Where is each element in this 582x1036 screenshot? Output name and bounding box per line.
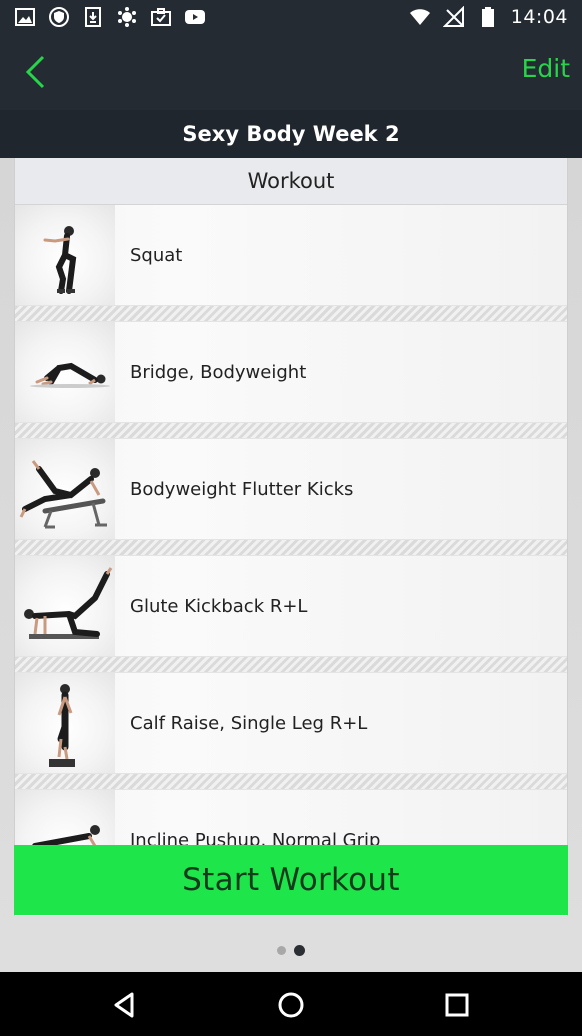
page-indicator <box>0 945 582 956</box>
workout-card[interactable]: Workout Squat Bridge, Bodyweight Bodywei… <box>14 158 568 916</box>
android-icon <box>118 7 136 27</box>
briefcase-icon <box>151 8 171 26</box>
exercise-thumbnail <box>15 439 115 539</box>
page-title: Sexy Body Week 2 <box>182 122 400 146</box>
clock: 14:04 <box>510 6 568 28</box>
notification-icons <box>14 6 206 28</box>
exercise-name: Calf Raise, Single Leg R+L <box>130 712 368 734</box>
exercise-name: Squat <box>130 244 183 266</box>
flutter-kicks-figure-icon <box>19 460 107 529</box>
shield-icon <box>49 7 69 27</box>
navigation-bar <box>0 972 582 1036</box>
row-separator <box>15 305 567 322</box>
exercise-row[interactable]: Squat <box>15 205 567 305</box>
home-circle-icon <box>278 992 304 1018</box>
exercise-thumbnail <box>15 673 115 773</box>
battery-icon <box>481 7 494 27</box>
edit-button[interactable]: Edit <box>522 54 570 83</box>
section-header: Workout <box>15 158 567 205</box>
row-separator <box>15 656 567 673</box>
exercise-thumbnail <box>15 556 115 656</box>
section-header-label: Workout <box>247 169 335 193</box>
nav-home-button[interactable] <box>274 988 308 1022</box>
glute-kickback-figure-icon <box>24 567 113 639</box>
exercise-thumbnail <box>15 205 115 305</box>
nav-recents-button[interactable] <box>440 988 474 1022</box>
chevron-left-icon <box>25 55 45 89</box>
row-separator <box>15 773 567 790</box>
content-area: Workout Squat Bridge, Bodyweight Bodywei… <box>0 158 582 972</box>
exercise-row[interactable]: Calf Raise, Single Leg R+L <box>15 673 567 773</box>
row-separator <box>15 422 567 439</box>
start-workout-label: Start Workout <box>182 862 400 898</box>
exercise-thumbnail <box>15 322 115 422</box>
nav-back-button[interactable] <box>108 988 142 1022</box>
image-icon <box>15 8 35 26</box>
exercise-row[interactable]: Bodyweight Flutter Kicks <box>15 439 567 539</box>
squat-figure-icon <box>43 226 77 294</box>
wifi-icon <box>409 9 430 25</box>
back-triangle-icon <box>114 992 134 1018</box>
download-icon <box>85 7 101 27</box>
no-signal-icon <box>442 6 464 27</box>
exercise-name: Bodyweight Flutter Kicks <box>130 478 354 500</box>
system-status: 14:04 <box>409 6 568 28</box>
page-dot-active[interactable] <box>294 945 305 956</box>
exercise-row[interactable]: Glute Kickback R+L <box>15 556 567 656</box>
recents-square-icon <box>445 993 469 1017</box>
exercise-row[interactable]: Bridge, Bodyweight <box>15 322 567 422</box>
page-dot[interactable] <box>277 946 286 955</box>
youtube-icon <box>185 10 205 24</box>
status-bar: 14:04 <box>0 0 582 34</box>
start-workout-button[interactable]: Start Workout <box>14 845 568 915</box>
exercise-name: Glute Kickback R+L <box>130 595 308 617</box>
exercise-name: Bridge, Bodyweight <box>130 361 307 383</box>
title-bar: Sexy Body Week 2 <box>0 110 582 158</box>
bridge-figure-icon <box>30 362 110 388</box>
calf-raise-figure-icon <box>49 684 75 767</box>
back-button[interactable] <box>14 50 58 94</box>
row-separator <box>15 539 567 556</box>
app-bar: Edit <box>0 34 582 110</box>
